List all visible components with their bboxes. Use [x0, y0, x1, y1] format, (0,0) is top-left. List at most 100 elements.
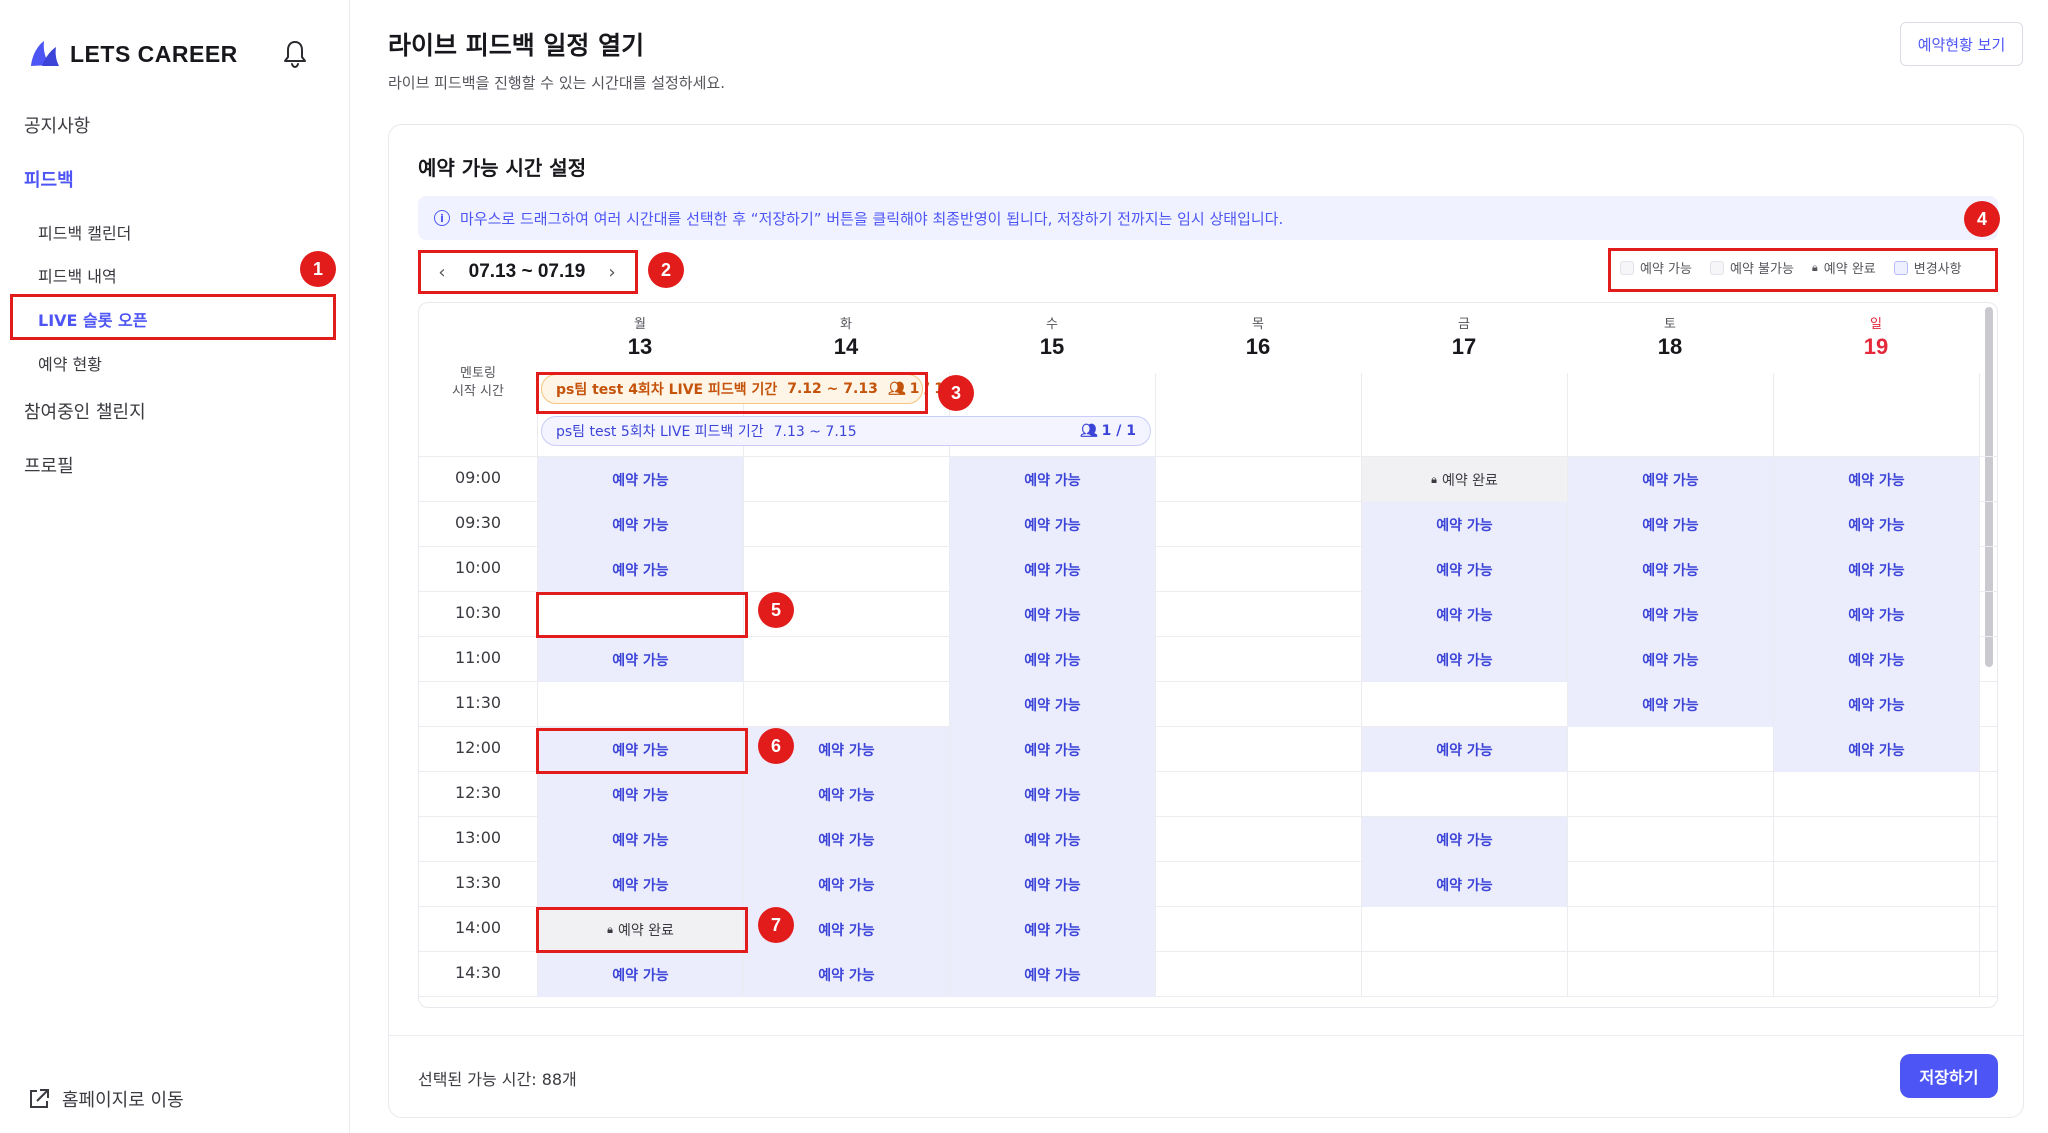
next-week-button[interactable]: ›: [602, 262, 622, 283]
prev-week-button[interactable]: ‹: [432, 262, 452, 283]
time-slot-available[interactable]: 예약 가능: [1774, 592, 1979, 637]
sidebar-item-challenges[interactable]: 참여중인 챌린지: [24, 398, 146, 424]
time-slot-booked[interactable]: 🔒︎ 예약 완료: [1362, 457, 1567, 502]
time-slot-empty[interactable]: [538, 592, 743, 637]
time-slot-available[interactable]: 예약 가능: [1568, 637, 1773, 682]
annotation-badge-2: 2: [648, 252, 684, 288]
time-slot-empty[interactable]: [1774, 817, 1979, 862]
sidebar-item-feedback[interactable]: 피드백: [24, 166, 74, 192]
time-slot-empty[interactable]: [1156, 592, 1361, 637]
time-slot-empty[interactable]: [1156, 637, 1361, 682]
time-slot-empty[interactable]: [1156, 457, 1361, 502]
time-slot-available[interactable]: 예약 가능: [950, 727, 1155, 772]
calendar-scrollbar[interactable]: [1985, 307, 1993, 667]
time-slot-available[interactable]: 예약 가능: [538, 817, 743, 862]
time-slot-empty[interactable]: [1362, 772, 1567, 817]
time-slot-empty[interactable]: [1156, 772, 1361, 817]
time-slot-available[interactable]: 예약 가능: [744, 862, 949, 907]
time-slot-empty[interactable]: [744, 637, 949, 682]
time-slot-empty[interactable]: [1156, 682, 1361, 727]
time-slot-empty[interactable]: [1156, 862, 1361, 907]
time-slot-available[interactable]: 예약 가능: [950, 952, 1155, 997]
time-slot-available[interactable]: 예약 가능: [1568, 592, 1773, 637]
time-slot-available[interactable]: 예약 가능: [538, 547, 743, 592]
sidebar-item-feedback-history[interactable]: 피드백 내역: [38, 263, 117, 287]
time-slot-empty[interactable]: [1774, 952, 1979, 997]
time-slot-available[interactable]: 예약 가능: [950, 547, 1155, 592]
time-slot-available[interactable]: 예약 가능: [744, 772, 949, 817]
time-slot-empty[interactable]: [1362, 952, 1567, 997]
time-slot-available[interactable]: 예약 가능: [538, 637, 743, 682]
time-slot-empty[interactable]: [1156, 952, 1361, 997]
time-slot-available[interactable]: 예약 가능: [950, 682, 1155, 727]
time-slot-available[interactable]: 예약 가능: [950, 592, 1155, 637]
time-slot-available[interactable]: 예약 가능: [950, 907, 1155, 952]
notification-bell-icon[interactable]: [280, 38, 310, 70]
time-slot-empty[interactable]: [744, 457, 949, 502]
time-slot-available[interactable]: 예약 가능: [1774, 682, 1979, 727]
time-slot-empty[interactable]: [744, 547, 949, 592]
time-slot-available[interactable]: 예약 가능: [1774, 457, 1979, 502]
time-slot-empty[interactable]: [1156, 502, 1361, 547]
time-slot-available[interactable]: 예약 가능: [1362, 547, 1567, 592]
time-slot-booked[interactable]: 🔒︎ 예약 완료: [538, 907, 743, 952]
time-slot-available[interactable]: 예약 가능: [950, 772, 1155, 817]
home-link[interactable]: 홈페이지로 이동: [26, 1086, 184, 1112]
time-slot-available[interactable]: 예약 가능: [744, 817, 949, 862]
time-slot-available[interactable]: 예약 가능: [1774, 547, 1979, 592]
time-slot-empty[interactable]: [1568, 907, 1773, 952]
time-slot-available[interactable]: 예약 가능: [538, 772, 743, 817]
time-slot-empty[interactable]: [1774, 772, 1979, 817]
time-slot-available[interactable]: 예약 가능: [1774, 502, 1979, 547]
time-slot-available[interactable]: 예약 가능: [950, 862, 1155, 907]
time-slot-empty[interactable]: [1568, 772, 1773, 817]
time-slot-available[interactable]: 예약 가능: [538, 502, 743, 547]
time-slot-available[interactable]: 예약 가능: [1774, 727, 1979, 772]
sidebar-item-profile[interactable]: 프로필: [24, 452, 74, 478]
time-slot-available[interactable]: 예약 가능: [1362, 592, 1567, 637]
time-slot-empty[interactable]: [1568, 817, 1773, 862]
time-slot-empty[interactable]: [1568, 862, 1773, 907]
save-button[interactable]: 저장하기: [1900, 1054, 1998, 1098]
sidebar-item-feedback-calendar[interactable]: 피드백 캘린더: [38, 220, 131, 244]
time-slot-empty[interactable]: [1156, 817, 1361, 862]
time-slot-available[interactable]: 예약 가능: [1362, 817, 1567, 862]
time-slot-empty[interactable]: [1774, 907, 1979, 952]
time-slot-available[interactable]: 예약 가능: [1568, 547, 1773, 592]
time-slot-empty[interactable]: [1362, 907, 1567, 952]
time-slot-available[interactable]: 예약 가능: [1568, 502, 1773, 547]
time-slot-available[interactable]: 예약 가능: [538, 457, 743, 502]
time-slot-available[interactable]: 예약 가능: [950, 457, 1155, 502]
feedback-period-bar[interactable]: ps팀 test 5회차 LIVE 피드백 기간 7.13 ~ 7.15 👥︎ 1 /…: [541, 416, 1151, 446]
time-slot-empty[interactable]: [1568, 952, 1773, 997]
feedback-period-bar[interactable]: ps팀 test 4회차 LIVE 피드백 기간 7.12 ~ 7.13 👥︎ 1 /…: [541, 374, 944, 404]
time-slot-available[interactable]: 예약 가능: [1362, 637, 1567, 682]
time-slot-available[interactable]: 예약 가능: [1362, 502, 1567, 547]
time-slot-available[interactable]: 예약 가능: [1568, 457, 1773, 502]
time-slot-available[interactable]: 예약 가능: [1362, 862, 1567, 907]
time-slot-empty[interactable]: [1156, 727, 1361, 772]
time-slot-available[interactable]: 예약 가능: [950, 817, 1155, 862]
time-slot-available[interactable]: 예약 가능: [538, 727, 743, 772]
time-slot-empty[interactable]: [1362, 682, 1567, 727]
time-slot-available[interactable]: 예약 가능: [950, 502, 1155, 547]
time-slot-available[interactable]: 예약 가능: [950, 637, 1155, 682]
sidebar-item-reservation-status[interactable]: 예약 현황: [38, 351, 102, 375]
time-slot-empty[interactable]: [1156, 907, 1361, 952]
time-slot-empty[interactable]: [538, 682, 743, 727]
time-slot-empty[interactable]: [744, 682, 949, 727]
time-slot-empty[interactable]: [744, 502, 949, 547]
time-slot-available[interactable]: 예약 가능: [744, 952, 949, 997]
time-slot-available[interactable]: 예약 가능: [538, 862, 743, 907]
time-slot-available[interactable]: 예약 가능: [538, 952, 743, 997]
logo[interactable]: LETS CAREER: [28, 38, 238, 70]
time-slot-available[interactable]: 예약 가능: [1568, 682, 1773, 727]
sidebar-item-notices[interactable]: 공지사항: [24, 112, 90, 138]
time-slot-empty[interactable]: [1774, 862, 1979, 907]
time-slot-empty[interactable]: [1156, 547, 1361, 592]
time-slot-empty[interactable]: [1568, 727, 1773, 772]
time-slot-available[interactable]: 예약 가능: [1774, 637, 1979, 682]
view-reservation-status-button[interactable]: 예약현황 보기: [1900, 22, 2023, 66]
time-slot-available[interactable]: 예약 가능: [1362, 727, 1567, 772]
sidebar-item-live-slot-open[interactable]: LIVE 슬롯 오픈: [38, 307, 147, 331]
